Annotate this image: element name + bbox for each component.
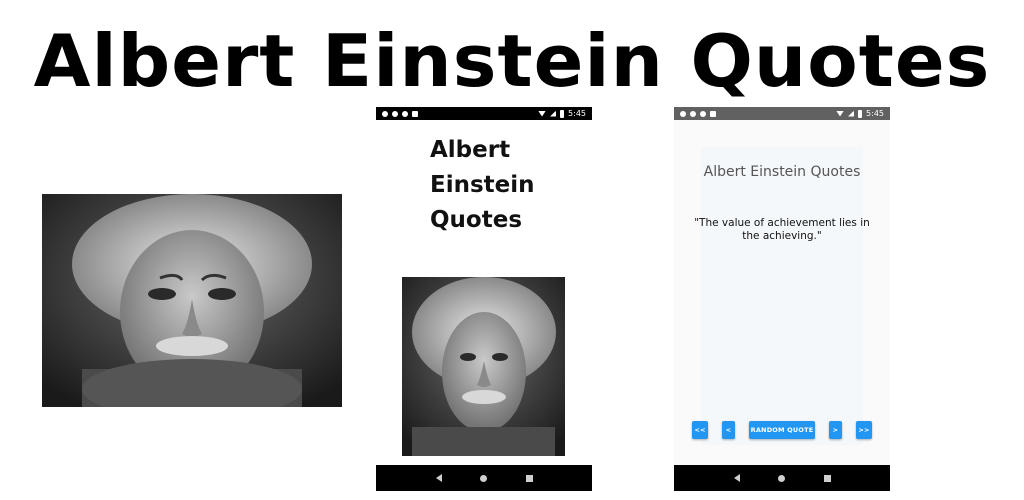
battery-icon [858, 109, 863, 118]
status-time: 5:45 [866, 109, 884, 118]
lock-icon [412, 110, 418, 117]
recents-icon [823, 474, 831, 482]
phone-screen-quote: 5:45 Albert Einstein Quotes "The value o… [674, 107, 890, 491]
gear-icon [680, 110, 686, 117]
last-quote-button[interactable]: >> [856, 421, 872, 439]
wifi-icon [538, 110, 547, 117]
previous-quote-button[interactable]: < [722, 421, 735, 439]
phone-screen-splash: 5:45 Albert Einstein Quotes [376, 107, 592, 491]
einstein-portrait-small [402, 277, 565, 456]
back-button[interactable] [432, 471, 446, 485]
signal-icon [550, 110, 557, 117]
app-title-line: Quotes [430, 207, 523, 233]
home-button[interactable] [775, 471, 789, 485]
first-quote-button[interactable]: << [692, 421, 708, 439]
shield-icon [690, 110, 696, 117]
recents-button[interactable] [522, 471, 536, 485]
lock-icon [710, 110, 716, 117]
gear-icon [382, 110, 388, 117]
circle-icon [402, 110, 408, 117]
shield-icon [392, 110, 398, 117]
circle-icon [700, 110, 706, 117]
app-title: Albert Einstein Quotes [703, 164, 861, 180]
random-quote-button[interactable]: RANDOM QUOTE [749, 421, 815, 439]
nav-bar [674, 465, 890, 491]
status-bar: 5:45 [674, 107, 890, 120]
app-title-line: Albert [430, 137, 511, 163]
wifi-icon [836, 110, 845, 117]
status-time: 5:45 [568, 109, 586, 118]
einstein-portrait-large [42, 194, 342, 407]
back-icon [435, 474, 442, 482]
nav-bar [376, 465, 592, 491]
signal-icon [848, 110, 855, 117]
home-icon [480, 474, 488, 482]
home-icon [778, 474, 786, 482]
app-title-line: Einstein [430, 172, 535, 198]
quote-text: "The value of achievement lies in the ac… [694, 217, 870, 242]
next-quote-button[interactable]: > [829, 421, 842, 439]
back-button[interactable] [730, 471, 744, 485]
recents-icon [525, 474, 533, 482]
app-title: Albert Einstein Quotes [430, 133, 535, 238]
status-bar: 5:45 [376, 107, 592, 120]
banner-title: Albert Einstein Quotes [33, 19, 991, 103]
quote-card [701, 147, 863, 445]
back-icon [733, 474, 740, 482]
home-button[interactable] [477, 471, 491, 485]
battery-icon [560, 109, 565, 118]
recents-button[interactable] [820, 471, 834, 485]
